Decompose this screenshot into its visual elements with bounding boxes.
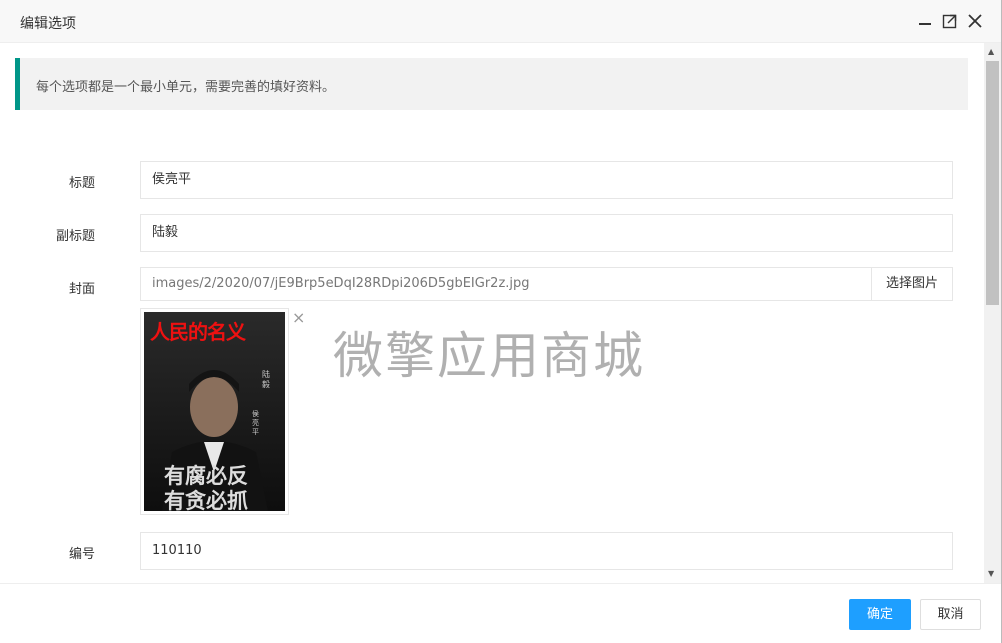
poster-title: 人民的名义 bbox=[150, 320, 246, 344]
number-input[interactable]: 110110 bbox=[140, 532, 953, 570]
scrollbar-thumb[interactable] bbox=[986, 61, 999, 305]
cover-label: 封面 bbox=[68, 282, 95, 297]
subtitle-input[interactable]: 陆毅 bbox=[140, 214, 953, 252]
remove-cover-icon[interactable]: × bbox=[292, 308, 305, 327]
dialog-title: 编辑选项 bbox=[20, 16, 76, 32]
maximize-icon[interactable] bbox=[941, 12, 959, 30]
cover-thumbnail: 人民的名义 陆毅 侯亮平 有腐必反 有贪必抓 bbox=[140, 308, 289, 515]
scroll-down-icon[interactable]: ▼ bbox=[988, 569, 994, 578]
dialog-footer: 确定 取消 bbox=[0, 583, 1002, 643]
title-input[interactable]: 侯亮平 bbox=[140, 161, 953, 199]
scroll-up-icon[interactable]: ▲ bbox=[988, 47, 994, 56]
dialog-titlebar: 编辑选项 bbox=[0, 0, 1002, 43]
tip-block: 每个选项都是一个最小单元，需要完善的填好资料。 bbox=[15, 58, 968, 110]
minimize-icon[interactable] bbox=[916, 12, 934, 30]
poster-role-name: 侯亮平 bbox=[252, 410, 259, 436]
cover-poster-image: 人民的名义 陆毅 侯亮平 有腐必反 有贪必抓 bbox=[144, 312, 285, 511]
title-label: 标题 bbox=[68, 176, 95, 191]
vertical-scrollbar[interactable]: ▲ ▼ bbox=[984, 43, 1001, 583]
close-icon[interactable] bbox=[966, 12, 984, 30]
choose-image-button[interactable]: 选择图片 bbox=[872, 267, 953, 301]
number-label: 编号 bbox=[68, 547, 95, 562]
poster-actor-name: 陆毅 bbox=[262, 370, 270, 389]
confirm-button[interactable]: 确定 bbox=[849, 599, 911, 630]
poster-slogan-2: 有贪必抓 bbox=[164, 489, 248, 511]
watermark-text: 微擎应用商城 bbox=[333, 327, 645, 385]
tip-text: 每个选项都是一个最小单元，需要完善的填好资料。 bbox=[36, 80, 336, 95]
cancel-button[interactable]: 取消 bbox=[920, 599, 981, 630]
dialog-content[interactable]: 每个选项都是一个最小单元，需要完善的填好资料。 标题 侯亮平 副标题 陆毅 封面… bbox=[0, 43, 984, 583]
cover-path-input[interactable]: images/2/2020/07/jE9Brp5eDqI28RDpi206D5g… bbox=[140, 267, 872, 301]
form-panel: 每个选项都是一个最小单元，需要完善的填好资料。 标题 侯亮平 副标题 陆毅 封面… bbox=[15, 58, 968, 583]
subtitle-label: 副标题 bbox=[55, 229, 95, 244]
